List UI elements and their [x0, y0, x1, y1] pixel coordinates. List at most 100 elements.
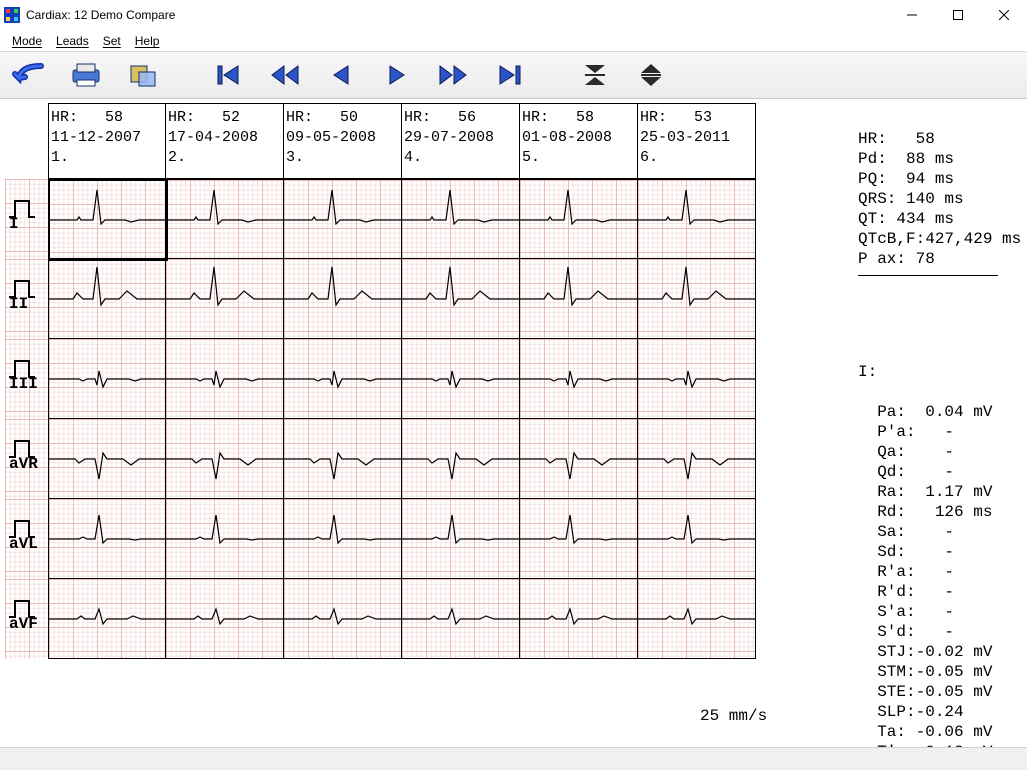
lead-name: aVL — [9, 535, 38, 553]
column-header-3[interactable]: HR: 50 09-05-2008 3. — [284, 103, 402, 179]
ecg-cell-III-6[interactable] — [638, 339, 756, 419]
content-area: HR: 58 11-12-2007 1. HR: 52 17-04-2008 2… — [0, 99, 1027, 751]
lead-label-aVR[interactable]: aVR — [5, 419, 48, 499]
lead-label-aVL[interactable]: aVL — [5, 499, 48, 579]
ecg-cell-II-1[interactable] — [48, 259, 166, 339]
lead-label-III[interactable]: III — [5, 339, 48, 419]
status-bar — [0, 747, 1027, 770]
ecg-cell-III-5[interactable] — [520, 339, 638, 419]
ecg-cell-I-2[interactable] — [166, 179, 284, 259]
column-header-1[interactable]: HR: 58 11-12-2007 1. — [48, 103, 166, 179]
lead-label-aVF[interactable]: aVF — [5, 579, 48, 659]
ecg-cell-aVF-5[interactable] — [520, 579, 638, 659]
window-title: Cardiax: 12 Demo Compare — [26, 8, 175, 22]
column-header-2[interactable]: HR: 52 17-04-2008 2. — [166, 103, 284, 179]
ecg-cell-aVF-2[interactable] — [166, 579, 284, 659]
back-button[interactable] — [6, 55, 56, 95]
ecg-cell-III-2[interactable] — [166, 339, 284, 419]
column-header-4[interactable]: HR: 56 29-07-2008 4. — [402, 103, 520, 179]
fastfwd-button[interactable] — [428, 55, 478, 95]
detail-s2a: S'a: - — [877, 603, 954, 621]
menu-help[interactable]: Help — [129, 33, 166, 49]
minimize-button[interactable] — [889, 0, 935, 30]
ecg-cell-aVR-1[interactable] — [48, 419, 166, 499]
ecg-cell-I-3[interactable] — [284, 179, 402, 259]
ecg-cell-aVR-3[interactable] — [284, 419, 402, 499]
ecg-cell-I-5[interactable] — [520, 179, 638, 259]
ecg-compare-grid[interactable]: HR: 58 11-12-2007 1. HR: 52 17-04-2008 2… — [5, 103, 793, 659]
vcollapse-button[interactable] — [570, 55, 620, 95]
detail-sa: Sa: - — [877, 523, 954, 541]
detail-qd: Qd: - — [877, 463, 954, 481]
column-header-6[interactable]: HR: 53 25-03-2011 6. — [638, 103, 756, 179]
app-icon — [4, 7, 20, 23]
overlay-button[interactable] — [118, 55, 168, 95]
ecg-cell-III-3[interactable] — [284, 339, 402, 419]
column-header-5[interactable]: HR: 58 01-08-2008 5. — [520, 103, 638, 179]
detail-ta: Ta: -0.06 mV — [877, 723, 992, 741]
ecg-cell-aVL-1[interactable] — [48, 499, 166, 579]
vexpand-button[interactable] — [626, 55, 676, 95]
ecg-cell-II-6[interactable] — [638, 259, 756, 339]
ecg-cell-aVR-6[interactable] — [638, 419, 756, 499]
detail-sd: Sd: - — [877, 543, 954, 561]
first-button[interactable] — [204, 55, 254, 95]
detail-lead-label: I: — [858, 363, 877, 381]
detail-p2a: P'a: - — [877, 423, 954, 441]
ecg-cell-III-1[interactable] — [48, 339, 166, 419]
menu-set[interactable]: Set — [97, 33, 127, 49]
ecg-cell-aVR-2[interactable] — [166, 419, 284, 499]
toolbar — [0, 51, 1027, 99]
ecg-cell-I-6[interactable] — [638, 179, 756, 259]
info-separator — [858, 275, 998, 276]
menu-bar: Mode Leads Set Help — [0, 31, 1027, 51]
ecg-cell-II-5[interactable] — [520, 259, 638, 339]
menu-leads[interactable]: Leads — [50, 33, 95, 49]
ecg-cell-aVF-1[interactable] — [48, 579, 166, 659]
summary-pax: P ax: 78 — [858, 250, 935, 268]
prev-button[interactable] — [316, 55, 366, 95]
summary-qrs: QRS: 140 ms — [858, 190, 964, 208]
rewind-button[interactable] — [260, 55, 310, 95]
ecg-cell-aVL-2[interactable] — [166, 499, 284, 579]
ecg-cell-aVL-3[interactable] — [284, 499, 402, 579]
detail-s2d: S'd: - — [877, 623, 954, 641]
close-button[interactable] — [981, 0, 1027, 30]
last-button[interactable] — [484, 55, 534, 95]
ecg-cell-aVF-4[interactable] — [402, 579, 520, 659]
ecg-cell-aVR-4[interactable] — [402, 419, 520, 499]
lead-row-aVL: aVL — [5, 499, 793, 579]
maximize-button[interactable] — [935, 0, 981, 30]
detail-stm: STM:-0.05 mV — [877, 663, 992, 681]
ecg-cell-aVF-3[interactable] — [284, 579, 402, 659]
ecg-cell-III-4[interactable] — [402, 339, 520, 419]
detail-slp: SLP:-0.24 — [877, 703, 963, 721]
ecg-cell-II-2[interactable] — [166, 259, 284, 339]
detail-stj: STJ:-0.02 mV — [877, 643, 992, 661]
lead-row-I: I — [5, 179, 793, 259]
ecg-cell-aVL-6[interactable] — [638, 499, 756, 579]
detail-ra: Ra: 1.17 mV — [877, 483, 992, 501]
ecg-cell-aVL-5[interactable] — [520, 499, 638, 579]
info-panel: HR: 58 Pd: 88 ms PQ: 94 ms QRS: 140 ms Q… — [858, 109, 1018, 770]
lead-label-II[interactable]: II — [5, 259, 48, 339]
print-button[interactable] — [62, 55, 112, 95]
lead-name: aVF — [9, 615, 38, 633]
lead-name: aVR — [9, 455, 38, 473]
ecg-cell-II-3[interactable] — [284, 259, 402, 339]
title-bar: Cardiax: 12 Demo Compare — [0, 0, 1027, 31]
paper-speed-label: 25 mm/s — [700, 707, 767, 725]
ecg-cell-I-1[interactable] — [48, 179, 166, 259]
ecg-cell-II-4[interactable] — [402, 259, 520, 339]
lead-name: I — [9, 215, 19, 233]
ecg-cell-I-4[interactable] — [402, 179, 520, 259]
summary-qtc: QTcB,F:427,429 ms — [858, 230, 1021, 248]
next-button[interactable] — [372, 55, 422, 95]
menu-mode[interactable]: Mode — [6, 33, 48, 49]
ecg-cell-aVF-6[interactable] — [638, 579, 756, 659]
column-headers: HR: 58 11-12-2007 1. HR: 52 17-04-2008 2… — [5, 103, 793, 179]
lead-row-II: II — [5, 259, 793, 339]
ecg-cell-aVR-5[interactable] — [520, 419, 638, 499]
lead-label-I[interactable]: I — [5, 179, 48, 259]
ecg-cell-aVL-4[interactable] — [402, 499, 520, 579]
